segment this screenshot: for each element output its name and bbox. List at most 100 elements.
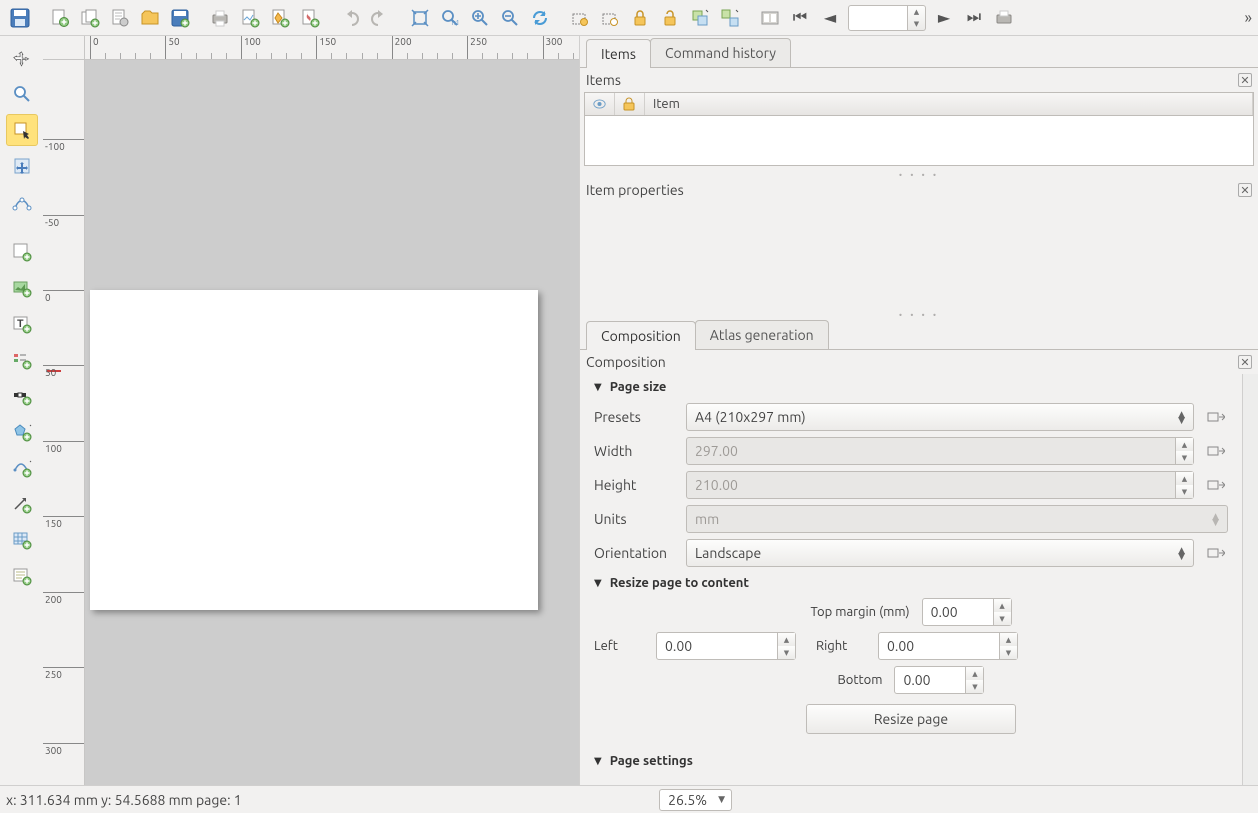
units-combo: mm▲▼ bbox=[686, 505, 1228, 533]
add-image-tool[interactable] bbox=[6, 272, 38, 304]
atlas-page-input[interactable]: 1 bbox=[848, 5, 908, 31]
add-html-tool[interactable] bbox=[6, 560, 38, 592]
refresh-button[interactable] bbox=[526, 4, 554, 32]
section-resize-page[interactable]: ▼Resize page to content bbox=[580, 570, 1242, 596]
zoom-tool[interactable] bbox=[6, 78, 38, 110]
atlas-page-spin[interactable]: 1 ▲▼ bbox=[848, 5, 926, 31]
print-button[interactable] bbox=[206, 4, 234, 32]
tab-items[interactable]: Items bbox=[586, 39, 651, 68]
zoom-full-button[interactable] bbox=[406, 4, 434, 32]
height-label: Height bbox=[594, 477, 676, 493]
zoom-out-button[interactable] bbox=[496, 4, 524, 32]
export-pdf-button[interactable] bbox=[296, 4, 324, 32]
items-list[interactable] bbox=[584, 116, 1254, 166]
edit-nodes-tool[interactable] bbox=[6, 186, 38, 218]
atlas-next-button[interactable]: ► bbox=[930, 4, 958, 32]
group-button[interactable] bbox=[686, 4, 714, 32]
export-svg-button[interactable] bbox=[266, 4, 294, 32]
zoom-actual-button[interactable]: 1:1 bbox=[436, 4, 464, 32]
add-shape-tool[interactable] bbox=[6, 416, 38, 448]
add-legend-tool[interactable] bbox=[6, 344, 38, 376]
close-item-props-icon[interactable]: ✕ bbox=[1238, 183, 1252, 197]
composer-manager-button[interactable] bbox=[106, 4, 134, 32]
duplicate-composer-button[interactable] bbox=[76, 4, 104, 32]
new-composer-button[interactable] bbox=[46, 4, 74, 32]
tab-command-history[interactable]: Command history bbox=[650, 38, 791, 67]
bottom-margin-value: 0.00 bbox=[903, 672, 930, 688]
save-button[interactable] bbox=[6, 4, 34, 32]
units-value: mm bbox=[695, 511, 719, 527]
atlas-preview-button[interactable] bbox=[756, 4, 784, 32]
triangle-down-icon: ▼ bbox=[594, 577, 602, 589]
left-margin-spinbox[interactable]: 0.00▲▼ bbox=[656, 632, 796, 660]
spin-down-icon[interactable]: ▼ bbox=[908, 18, 925, 30]
presets-combo[interactable]: A4 (210x297 mm)▲▼ bbox=[686, 403, 1194, 431]
unlock-layers-button[interactable] bbox=[596, 4, 624, 32]
lock-layers-button[interactable] bbox=[566, 4, 594, 32]
height-spinbox: 210.00▲▼ bbox=[686, 471, 1194, 499]
close-items-dock-icon[interactable]: ✕ bbox=[1238, 73, 1252, 87]
data-defined-override-icon[interactable] bbox=[1204, 541, 1228, 565]
close-composition-icon[interactable]: ✕ bbox=[1238, 355, 1252, 369]
dock-grip[interactable]: • • • • bbox=[580, 170, 1258, 178]
atlas-last-button[interactable]: ⏭ bbox=[960, 4, 988, 32]
item-column-header[interactable]: Item bbox=[645, 93, 1253, 115]
right-margin-spinbox[interactable]: 0.00▲▼ bbox=[878, 632, 1018, 660]
add-label-tool[interactable]: T bbox=[6, 308, 38, 340]
zoom-combo[interactable]: 26.5%▼ bbox=[659, 789, 732, 811]
resize-page-button[interactable]: Resize page bbox=[806, 704, 1016, 734]
top-margin-spinbox[interactable]: 0.00▲▼ bbox=[922, 598, 1012, 626]
data-defined-override-icon[interactable] bbox=[1204, 405, 1228, 429]
ruler-corner bbox=[43, 36, 85, 60]
composition-dock-label: Composition bbox=[586, 354, 666, 370]
export-image-button[interactable] bbox=[236, 4, 264, 32]
composition-scrollbar[interactable] bbox=[1242, 374, 1258, 785]
load-template-button[interactable] bbox=[136, 4, 164, 32]
add-table-tool[interactable] bbox=[6, 524, 38, 556]
toolbar-overflow-icon[interactable]: » bbox=[1244, 9, 1252, 27]
canvas-viewport[interactable] bbox=[85, 60, 579, 785]
select-move-tool[interactable] bbox=[6, 114, 38, 146]
left-margin-label: Left bbox=[594, 639, 644, 653]
atlas-prev-button[interactable]: ◄ bbox=[816, 4, 844, 32]
height-value: 210.00 bbox=[695, 477, 738, 493]
tab-composition[interactable]: Composition bbox=[586, 321, 696, 350]
atlas-first-button[interactable]: ⏮ bbox=[786, 4, 814, 32]
move-content-tool[interactable] bbox=[6, 150, 38, 182]
canvas-area: 050100150200250300 -100-5005010015020025… bbox=[43, 36, 579, 785]
section-page-size[interactable]: ▼Page size bbox=[580, 374, 1242, 400]
right-margin-value: 0.00 bbox=[887, 638, 914, 654]
bottom-margin-spinbox[interactable]: 0.00▲▼ bbox=[894, 666, 984, 694]
add-node-item-tool[interactable] bbox=[6, 452, 38, 484]
zoom-in-button[interactable] bbox=[466, 4, 494, 32]
redo-button[interactable] bbox=[366, 4, 394, 32]
add-map-tool[interactable] bbox=[6, 236, 38, 268]
atlas-print-button[interactable] bbox=[990, 4, 1018, 32]
add-scalebar-tool[interactable] bbox=[6, 380, 38, 412]
top-margin-value: 0.00 bbox=[931, 604, 958, 620]
tab-atlas-generation[interactable]: Atlas generation bbox=[695, 320, 829, 349]
add-arrow-tool[interactable] bbox=[6, 488, 38, 520]
dock-grip-2[interactable]: • • • • bbox=[580, 310, 1258, 318]
visibility-column-icon[interactable] bbox=[585, 93, 615, 115]
data-defined-override-icon[interactable] bbox=[1204, 473, 1228, 497]
orientation-combo[interactable]: Landscape▲▼ bbox=[686, 539, 1194, 567]
lock-column-icon[interactable] bbox=[615, 93, 645, 115]
presets-value: A4 (210x297 mm) bbox=[695, 409, 806, 425]
pan-tool[interactable] bbox=[6, 42, 38, 74]
unlock-button[interactable] bbox=[656, 4, 684, 32]
items-header: Item bbox=[584, 92, 1254, 116]
right-margin-label: Right bbox=[816, 639, 866, 653]
orientation-value: Landscape bbox=[695, 545, 761, 561]
data-defined-override-icon[interactable] bbox=[1204, 439, 1228, 463]
save-template-button[interactable] bbox=[166, 4, 194, 32]
lock-button[interactable] bbox=[626, 4, 654, 32]
width-label: Width bbox=[594, 443, 676, 459]
ungroup-button[interactable] bbox=[716, 4, 744, 32]
spin-up-icon[interactable]: ▲ bbox=[908, 6, 925, 18]
page-sheet[interactable] bbox=[90, 290, 538, 610]
section-page-settings[interactable]: ▼Page settings bbox=[580, 748, 1242, 774]
undo-button[interactable] bbox=[336, 4, 364, 32]
item-properties-title: Item properties ✕ bbox=[580, 178, 1258, 202]
right-panel: Items Command history Items ✕ Item • • •… bbox=[579, 36, 1258, 785]
